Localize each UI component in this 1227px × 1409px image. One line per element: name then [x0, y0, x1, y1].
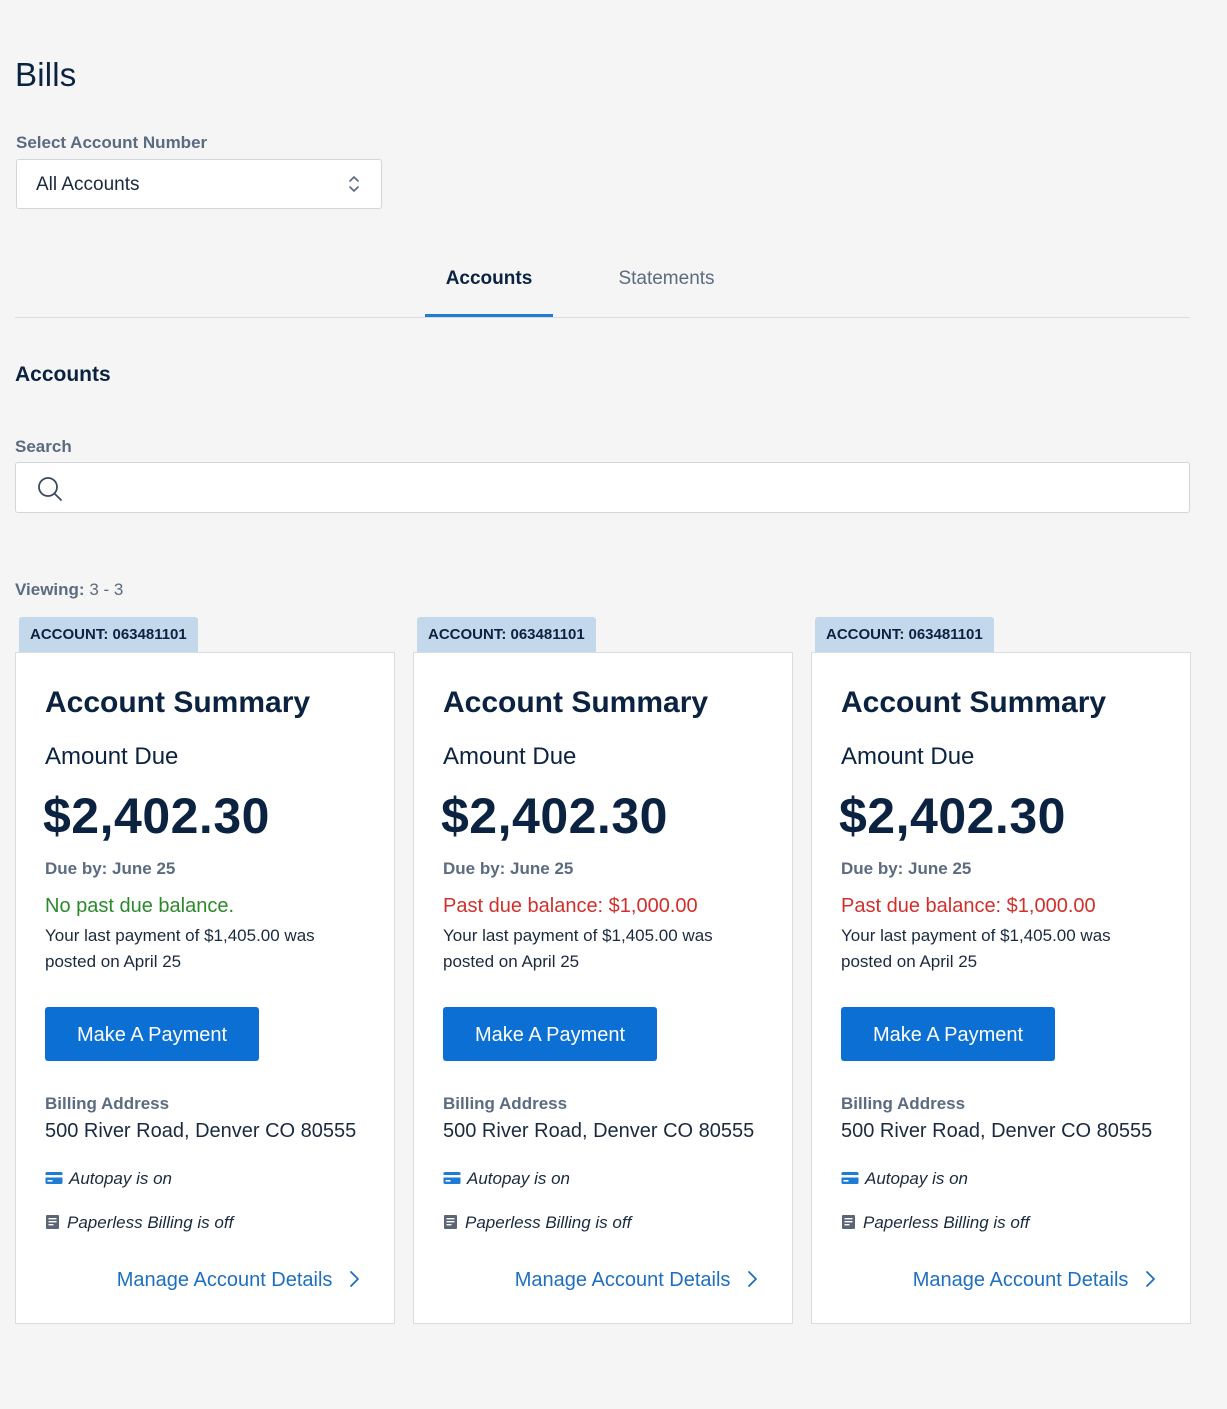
past-due-status: Past due balance: $1,000.00 — [841, 895, 1096, 917]
past-due-status: Past due balance: $1,000.00 — [443, 895, 698, 917]
account-summary-card: Account Summary Amount Due $2,402.30 Due… — [811, 652, 1191, 1324]
amount-due-label: Amount Due — [45, 743, 179, 770]
manage-account-details-link[interactable]: Manage Account Details — [913, 1269, 1156, 1292]
last-payment-text: Your last payment of $1,405.00 was poste… — [841, 926, 1111, 971]
credit-card-icon — [45, 1171, 63, 1184]
active-tab-indicator — [425, 314, 553, 317]
credit-card-icon — [443, 1171, 461, 1184]
paperless-text: Paperless Billing is off — [67, 1213, 234, 1232]
search-input[interactable] — [76, 471, 1180, 507]
autopay-text: Autopay is on — [865, 1169, 969, 1188]
manage-link-text: Manage Account Details — [912, 1269, 1129, 1291]
paperless-status: Paperless Billing is off — [443, 1213, 631, 1233]
document-icon — [46, 1214, 59, 1229]
account-number-tag: ACCOUNT: 063481101 — [417, 617, 596, 653]
last-payment-text: Your last payment of $1,405.00 was poste… — [443, 926, 713, 971]
manage-link-text: Manage Account Details — [116, 1269, 333, 1291]
credit-card-icon — [841, 1171, 859, 1184]
due-date: Due by: June 25 — [45, 859, 176, 878]
account-summary-card: Account Summary Amount Due $2,402.30 Due… — [413, 652, 793, 1324]
viewing-count: Viewing: 3 - 3 — [15, 580, 123, 600]
manage-account-details-link[interactable]: Manage Account Details — [515, 1269, 758, 1292]
account-select-value: All Accounts — [36, 174, 140, 195]
document-icon — [444, 1214, 457, 1229]
search-icon — [38, 477, 62, 501]
billing-address-label: Billing Address — [443, 1094, 568, 1113]
account-select-label: Select Account Number — [16, 133, 208, 152]
last-payment-text: Your last payment of $1,405.00 was poste… — [45, 926, 315, 971]
account-number-select[interactable]: All Accounts — [16, 159, 382, 209]
paperless-status: Paperless Billing is off — [841, 1213, 1029, 1233]
autopay-status: Autopay is on — [841, 1169, 968, 1189]
card-title: Account Summary — [841, 686, 1107, 719]
autopay-status: Autopay is on — [45, 1169, 172, 1189]
paperless-status: Paperless Billing is off — [45, 1213, 233, 1233]
billing-address-value: 500 River Road, Denver CO 80555 — [45, 1120, 357, 1142]
chevron-right-icon — [1146, 1270, 1155, 1287]
autopay-text: Autopay is on — [69, 1169, 173, 1188]
viewing-label: Viewing: — [15, 580, 85, 599]
manage-account-details-link[interactable]: Manage Account Details — [117, 1269, 360, 1292]
page-title: Bills — [15, 56, 77, 93]
document-icon — [842, 1214, 855, 1229]
billing-address-value: 500 River Road, Denver CO 80555 — [841, 1120, 1153, 1142]
amount-due-value: $2,402.30 — [43, 788, 270, 844]
account-number-tag: ACCOUNT: 063481101 — [19, 617, 198, 653]
amount-due-label: Amount Due — [443, 743, 577, 770]
due-date: Due by: June 25 — [841, 859, 972, 878]
past-due-status: No past due balance. — [45, 895, 235, 917]
amount-due-value: $2,402.30 — [441, 788, 668, 844]
viewing-range: 3 - 3 — [89, 580, 124, 599]
section-heading: Accounts — [15, 363, 111, 386]
card-title: Account Summary — [45, 686, 311, 719]
chevron-right-icon — [748, 1270, 757, 1287]
manage-link-text: Manage Account Details — [514, 1269, 731, 1291]
chevron-right-icon — [350, 1270, 359, 1287]
search-label: Search — [15, 437, 72, 456]
amount-due-value: $2,402.30 — [839, 788, 1066, 844]
account-number-tag: ACCOUNT: 063481101 — [815, 617, 994, 653]
due-date: Due by: June 25 — [443, 859, 574, 878]
make-payment-button[interactable]: Make A Payment — [443, 1007, 657, 1061]
make-payment-button[interactable]: Make A Payment — [45, 1007, 259, 1061]
tab-bar: Accounts Statements — [15, 250, 1190, 318]
make-payment-button[interactable]: Make A Payment — [841, 1007, 1055, 1061]
tab-accounts[interactable]: Accounts — [425, 268, 553, 290]
chevron-up-down-icon — [349, 176, 359, 192]
autopay-status: Autopay is on — [443, 1169, 570, 1189]
card-title: Account Summary — [443, 686, 709, 719]
account-summary-card: Account Summary Amount Due $2,402.30 Due… — [15, 652, 395, 1324]
amount-due-label: Amount Due — [841, 743, 975, 770]
search-box — [15, 462, 1190, 513]
billing-address-value: 500 River Road, Denver CO 80555 — [443, 1120, 755, 1142]
billing-address-label: Billing Address — [45, 1094, 170, 1113]
paperless-text: Paperless Billing is off — [465, 1213, 632, 1232]
billing-address-label: Billing Address — [841, 1094, 966, 1113]
autopay-text: Autopay is on — [467, 1169, 571, 1188]
tab-statements[interactable]: Statements — [600, 268, 733, 290]
paperless-text: Paperless Billing is off — [863, 1213, 1030, 1232]
